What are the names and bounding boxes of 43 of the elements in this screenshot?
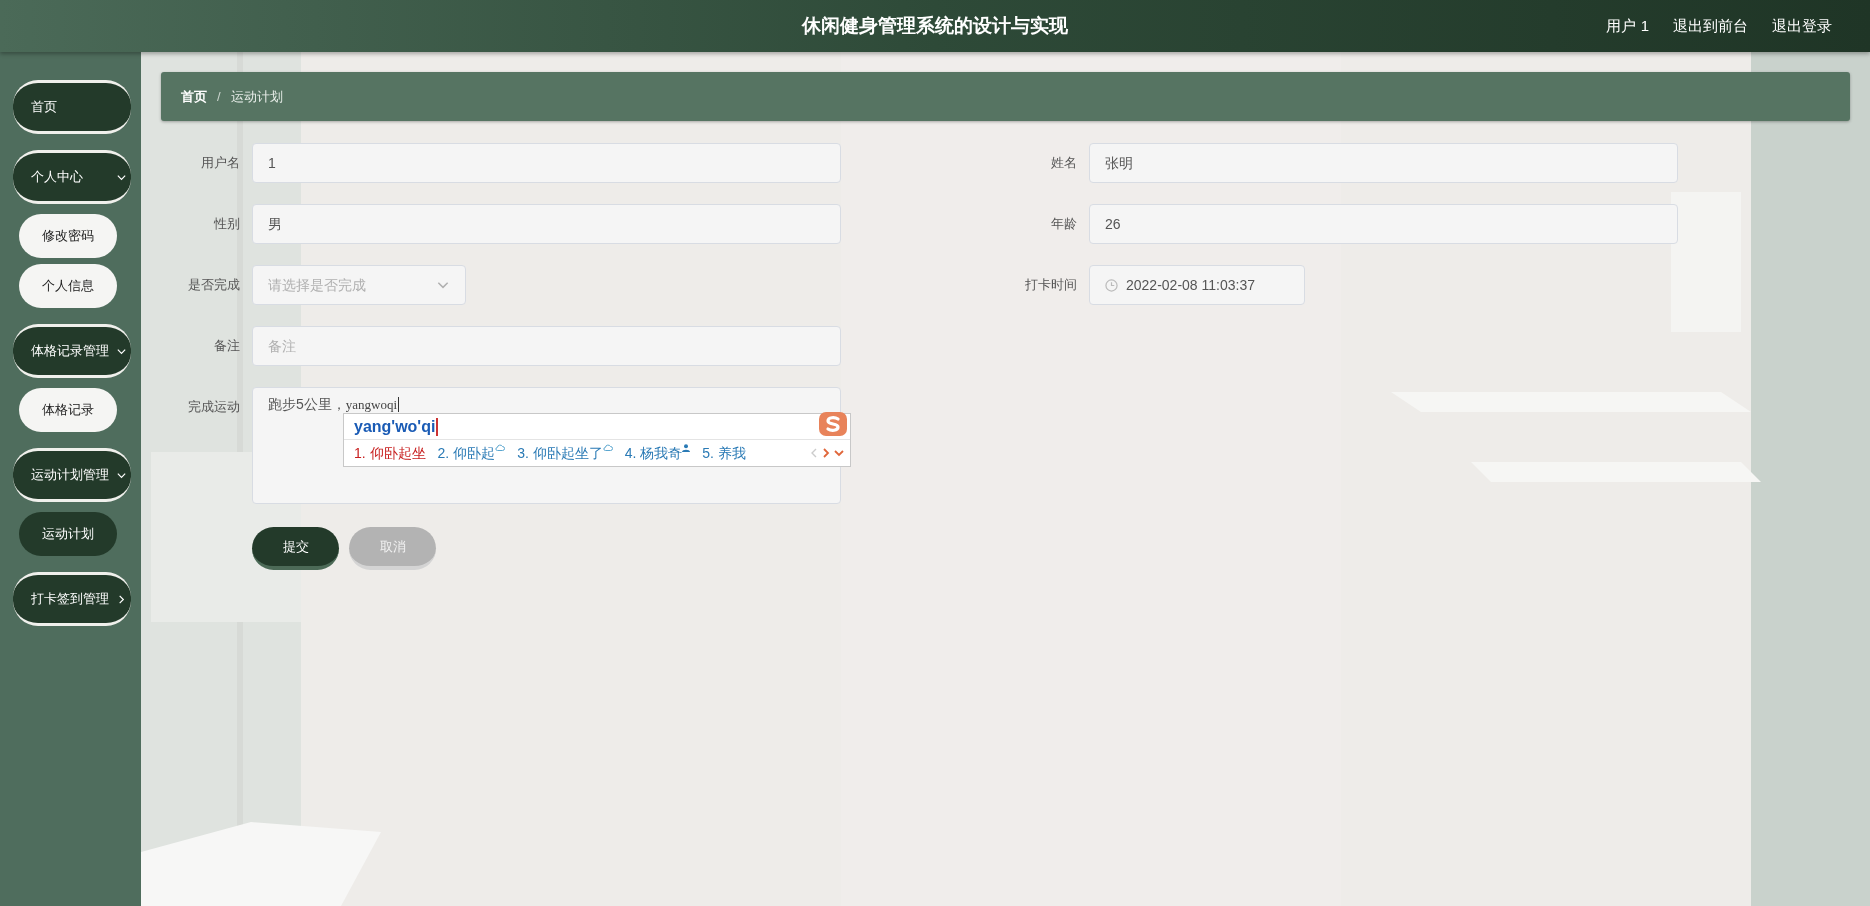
text-field[interactable]: 26 — [1089, 204, 1678, 244]
person-icon — [682, 443, 691, 452]
ime-candidate[interactable]: 1. 仰卧起坐 — [354, 442, 426, 464]
expand-icon[interactable] — [834, 449, 844, 457]
field-label: 用户名 — [200, 154, 241, 172]
header-link[interactable]: 用户 1 — [1606, 14, 1649, 38]
sidebar-submenu-item[interactable]: 修改密码 — [19, 214, 117, 258]
field-label: 年龄 — [1050, 215, 1078, 233]
clock-icon — [1105, 278, 1118, 292]
header-link[interactable]: 退出到前台 — [1673, 14, 1748, 38]
sidebar-submenu-item[interactable]: 个人信息 — [19, 264, 117, 308]
sidebar-menu-item[interactable]: 打卡签到管理 — [13, 572, 131, 626]
breadcrumb-link[interactable]: 运动计划 — [230, 86, 283, 107]
field-label: 备注 — [213, 337, 241, 355]
sidebar-menu-item[interactable]: 运动计划管理 — [13, 448, 131, 502]
header-link[interactable]: 退出登录 — [1772, 14, 1832, 38]
field-label: 完成运动 — [187, 398, 241, 416]
sidebar-menu-item[interactable]: 首页 — [13, 80, 131, 134]
field-label: 性别 — [213, 215, 241, 233]
ime-candidate[interactable]: 5. 养我 — [702, 442, 746, 464]
sidebar-menu-item[interactable]: 体格记录管理 — [13, 324, 131, 378]
breadcrumb-separator: / — [217, 87, 221, 106]
chevron-down-icon — [116, 593, 127, 605]
text-field[interactable]: 张明 — [1089, 143, 1678, 183]
text-field[interactable]: 1 — [252, 143, 841, 183]
field-label: 是否完成 — [187, 276, 241, 294]
ime-candidate[interactable]: 4. 杨我奇 — [624, 442, 691, 464]
field-label: 姓名 — [1050, 154, 1078, 172]
sidebar-menu-item[interactable]: 个人中心 — [13, 150, 131, 204]
cloud-icon — [495, 443, 506, 452]
text-field[interactable]: 男 — [252, 204, 841, 244]
app-title: 休闲健身管理系统的设计与实现 — [802, 13, 1068, 38]
ime-candidate[interactable]: 2. 仰卧起 — [437, 442, 506, 464]
cloud-icon — [602, 443, 613, 452]
ime-candidate[interactable]: 3. 仰卧起坐了 — [517, 442, 613, 464]
sidebar-submenu-item[interactable]: 运动计划 — [19, 512, 117, 556]
date-field[interactable]: 2022-02-08 11:03:37 — [1089, 265, 1305, 305]
next-page-icon[interactable] — [822, 448, 830, 458]
field-label: 打卡时间 — [1024, 276, 1078, 294]
date-value: 2022-02-08 11:03:37 — [1126, 275, 1255, 295]
breadcrumb-link[interactable]: 首页 — [181, 86, 207, 107]
sidebar-submenu-item[interactable]: 体格记录 — [19, 388, 117, 432]
ime-composition: yang'wo'qi — [354, 417, 439, 436]
